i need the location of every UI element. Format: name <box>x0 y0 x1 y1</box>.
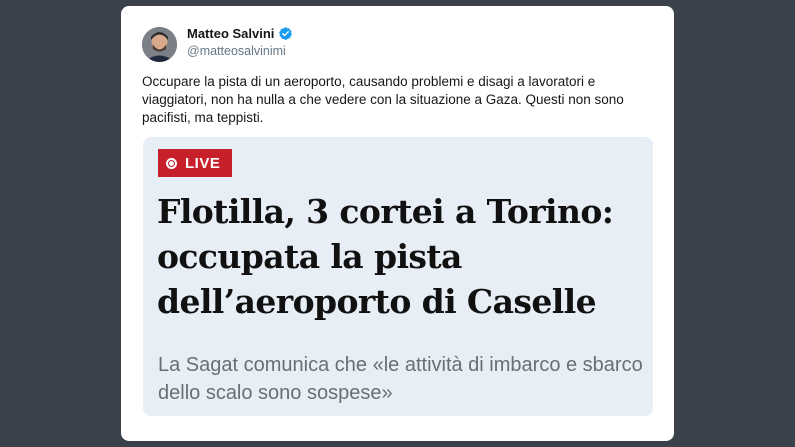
verified-badge-icon <box>279 26 293 41</box>
live-dot-icon <box>166 157 177 169</box>
author-handle[interactable]: @matteosalvinimi <box>187 44 286 58</box>
live-badge-label: LIVE <box>185 154 221 172</box>
tweet-card: Matteo Salvini @matteosalvinimi Occupare… <box>121 6 674 441</box>
author-name[interactable]: Matteo Salvini <box>187 26 274 41</box>
article-headline: Flotilla, 3 cortei a Torino: occupata la… <box>157 192 614 321</box>
tweet-text: Occupare la pista di un aeroporto, causa… <box>142 74 624 125</box>
article-subheadline: La Sagat comunica che «le attività di im… <box>158 354 643 404</box>
author-avatar[interactable] <box>142 27 177 62</box>
live-badge: LIVE <box>158 149 232 177</box>
article-preview-card[interactable]: LIVE Flotilla, 3 cortei a Torino: occupa… <box>143 137 653 416</box>
